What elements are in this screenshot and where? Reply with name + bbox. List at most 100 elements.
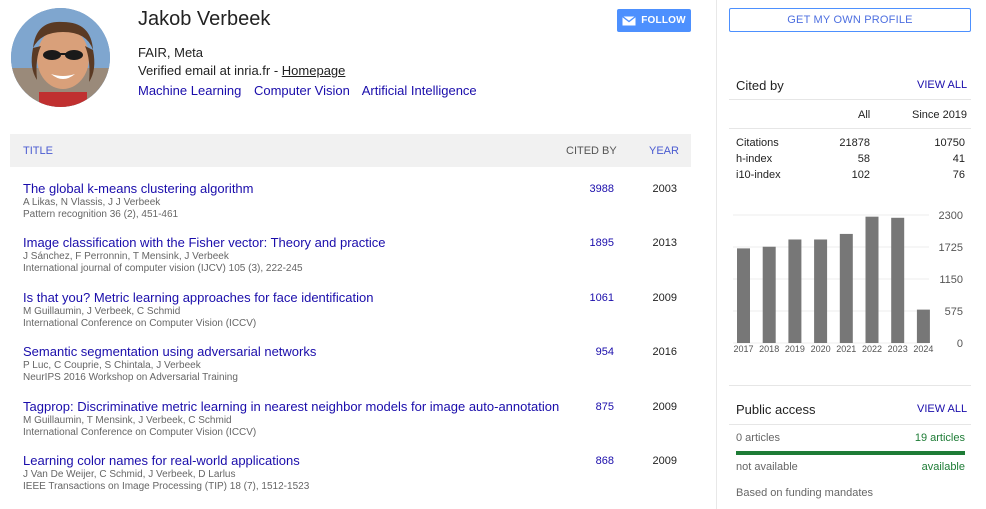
- funding-mandates-note: Based on funding mandates: [736, 487, 873, 499]
- article-row: Tagprop: Discriminative metric learning …: [10, 399, 691, 453]
- x-tick-label: 2024: [913, 344, 933, 354]
- public-access-view-all-link[interactable]: VIEW ALL: [917, 403, 967, 415]
- cited-by-count-link[interactable]: 1895: [590, 237, 614, 249]
- interest-link[interactable]: Computer Vision: [254, 83, 350, 98]
- stat-label: i10-index: [736, 169, 781, 181]
- public-access-heading: Public access: [736, 402, 816, 417]
- divider: [729, 128, 971, 129]
- y-tick-label: 0: [957, 338, 963, 350]
- public-access-bar: [736, 451, 965, 455]
- x-tick-label: 2020: [811, 344, 831, 354]
- column-divider: [716, 0, 717, 509]
- stats-col-all: All: [858, 109, 871, 121]
- stats-col-since: Since 2019: [912, 109, 968, 121]
- interest-link[interactable]: Artificial Intelligence: [362, 83, 477, 98]
- article-authors: J Van De Weijer, C Schmid, J Verbeek, D …: [23, 469, 236, 480]
- bar-2024[interactable]: [916, 309, 930, 343]
- article-year: 2009: [652, 401, 677, 413]
- bar-2020[interactable]: [814, 239, 828, 343]
- article-venue: International journal of computer vision…: [23, 263, 303, 274]
- not-available-label: not available: [736, 461, 798, 473]
- homepage-link[interactable]: Homepage: [282, 63, 346, 78]
- article-authors: M Guillaumin, J Verbeek, C Schmid: [23, 306, 181, 317]
- article-venue: International Conference on Computer Vis…: [23, 427, 257, 438]
- article-authors: A Likas, N Vlassis, J J Verbeek: [23, 197, 161, 208]
- cited-by-count-link[interactable]: 3988: [590, 183, 614, 195]
- article-row: Is that you? Metric learning approaches …: [10, 290, 691, 344]
- bar-2018[interactable]: [762, 246, 776, 343]
- cited-by-count-link[interactable]: 875: [596, 401, 614, 413]
- divider: [729, 99, 971, 100]
- y-tick-label: 1150: [939, 274, 963, 286]
- stats-row-citations: Citations 21878 10750: [736, 137, 965, 153]
- stats-row-h-index: h-index 58 41: [736, 153, 965, 169]
- interest-link[interactable]: Machine Learning: [138, 83, 241, 98]
- x-tick-label: 2019: [785, 344, 805, 354]
- stat-all: 58: [857, 153, 870, 165]
- y-tick-label: 1725: [939, 242, 963, 254]
- article-title-link[interactable]: Is that you? Metric learning approaches …: [23, 290, 373, 306]
- cited-by-count-link[interactable]: 1061: [590, 292, 614, 304]
- interests-list: Machine Learning Computer Vision Artific…: [138, 83, 698, 98]
- stat-since: 10750: [934, 137, 965, 149]
- article-year: 2003: [652, 183, 677, 195]
- cited-by-count-link[interactable]: 954: [596, 346, 614, 358]
- article-authors: J Sánchez, F Perronnin, T Mensink, J Ver…: [23, 251, 229, 262]
- article-row: Semantic segmentation using adversarial …: [10, 344, 691, 398]
- profile-email: Verified email at inria.fr - Homepage: [138, 63, 698, 78]
- divider: [729, 424, 971, 425]
- article-venue: NeurIPS 2016 Workshop on Adversarial Tra…: [23, 372, 238, 383]
- x-tick-label: 2023: [888, 344, 908, 354]
- sort-by-title[interactable]: TITLE: [23, 145, 53, 157]
- x-tick-label: 2022: [862, 344, 882, 354]
- cited-by-view-all-link[interactable]: VIEW ALL: [917, 79, 967, 91]
- article-authors: P Luc, C Couprie, S Chintala, J Verbeek: [23, 360, 201, 371]
- articles-table-header: TITLE CITED BY YEAR: [10, 134, 691, 167]
- article-title-link[interactable]: Image classification with the Fisher vec…: [23, 235, 385, 251]
- bar-2023[interactable]: [891, 217, 905, 343]
- y-tick-label: 2300: [939, 210, 963, 222]
- article-title-link[interactable]: Tagprop: Discriminative metric learning …: [23, 399, 559, 415]
- stat-since: 41: [952, 153, 965, 165]
- follow-button[interactable]: FOLLOW: [617, 9, 691, 32]
- citations-per-year-chart: 0 575 1150 1725 2300 2017 2018 2019 2020 2021 2022…: [733, 210, 963, 354]
- follow-label: FOLLOW: [641, 15, 686, 26]
- bar-2022[interactable]: [865, 216, 879, 343]
- profile-affiliation: FAIR, Meta: [138, 45, 204, 60]
- article-title-link[interactable]: Learning color names for real-world appl…: [23, 453, 300, 469]
- x-tick-label: 2021: [836, 344, 856, 354]
- get-own-profile-button[interactable]: GET MY OWN PROFILE: [729, 8, 971, 32]
- stat-label: Citations: [736, 137, 779, 149]
- divider: [729, 385, 971, 386]
- x-tick-label: 2018: [759, 344, 779, 354]
- profile-name: Jakob Verbeek: [138, 8, 271, 30]
- article-row: Image classification with the Fisher vec…: [10, 235, 691, 289]
- article-title-link[interactable]: Semantic segmentation using adversarial …: [23, 344, 316, 360]
- bar-2019[interactable]: [788, 239, 802, 343]
- article-venue: IEEE Transactions on Image Processing (T…: [23, 481, 310, 492]
- article-title-link[interactable]: The global k-means clustering algorithm: [23, 181, 254, 197]
- article-row: The global k-means clustering algorithm …: [10, 181, 691, 235]
- email-text: Verified email at inria.fr -: [138, 63, 282, 78]
- article-authors: M Guillaumin, T Mensink, J Verbeek, C Sc…: [23, 415, 232, 426]
- cited-by-count-link[interactable]: 868: [596, 455, 614, 467]
- mail-icon: [622, 15, 637, 26]
- article-venue: Pattern recognition 36 (2), 451-461: [23, 209, 179, 220]
- stat-label: h-index: [736, 153, 773, 165]
- sort-by-cited[interactable]: CITED BY: [566, 145, 617, 157]
- stats-row-i10-index: i10-index 102 76: [736, 169, 965, 185]
- article-year: 2013: [652, 237, 677, 249]
- profile-info: Jakob Verbeek FAIR, Meta Verified email …: [138, 8, 698, 98]
- cited-by-heading: Cited by: [736, 78, 784, 93]
- available-label: available: [921, 461, 965, 473]
- bar-2017[interactable]: [737, 248, 750, 343]
- stat-since: 76: [952, 169, 965, 181]
- y-tick-label: 575: [945, 306, 963, 318]
- profile-photo: [11, 8, 110, 107]
- sort-by-year[interactable]: YEAR: [649, 145, 679, 157]
- bar-2021[interactable]: [839, 233, 853, 343]
- article-row: Learning color names for real-world appl…: [10, 453, 691, 507]
- article-year: 2016: [652, 346, 677, 358]
- available-articles-count: 19 articles: [914, 432, 965, 444]
- unavailable-articles-count: 0 articles: [736, 432, 781, 444]
